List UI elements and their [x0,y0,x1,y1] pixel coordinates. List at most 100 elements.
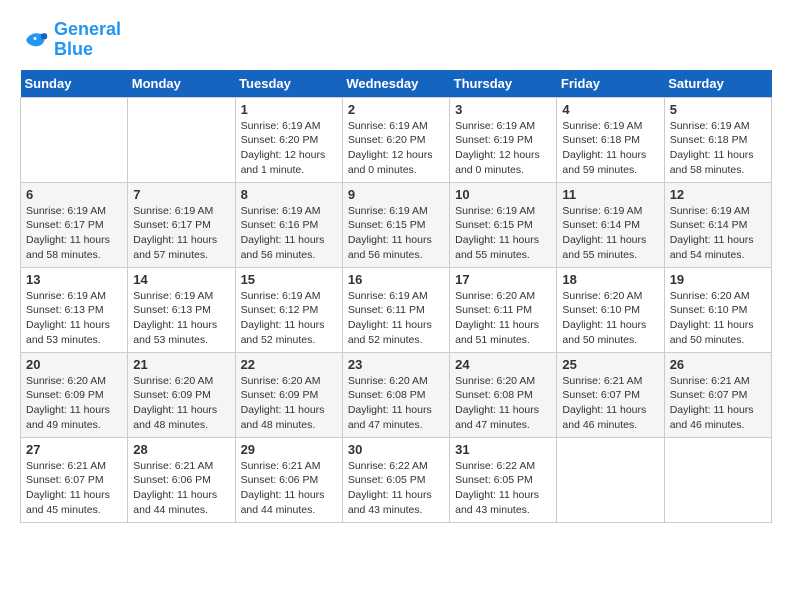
daylight-text: Daylight: 11 hours and 51 minutes. [455,318,551,347]
sunrise-text: Sunrise: 6:22 AM [455,459,551,474]
sunset-text: Sunset: 6:18 PM [562,133,658,148]
calendar-cell: 5 Sunrise: 6:19 AM Sunset: 6:18 PM Dayli… [664,97,771,182]
sunrise-text: Sunrise: 6:19 AM [241,204,337,219]
sunrise-text: Sunrise: 6:20 AM [455,289,551,304]
day-number: 12 [670,187,766,202]
sunset-text: Sunset: 6:06 PM [241,473,337,488]
daylight-text: Daylight: 12 hours and 1 minute. [241,148,337,177]
calendar-cell: 16 Sunrise: 6:19 AM Sunset: 6:11 PM Dayl… [342,267,449,352]
day-number: 15 [241,272,337,287]
cell-info: Sunrise: 6:19 AM Sunset: 6:14 PM Dayligh… [670,204,766,263]
sunrise-text: Sunrise: 6:19 AM [455,204,551,219]
sunrise-text: Sunrise: 6:20 AM [26,374,122,389]
week-row-1: 1 Sunrise: 6:19 AM Sunset: 6:20 PM Dayli… [21,97,772,182]
cell-info: Sunrise: 6:19 AM Sunset: 6:18 PM Dayligh… [670,119,766,178]
sunset-text: Sunset: 6:11 PM [455,303,551,318]
cell-info: Sunrise: 6:20 AM Sunset: 6:09 PM Dayligh… [26,374,122,433]
sunrise-text: Sunrise: 6:19 AM [562,119,658,134]
calendar-cell [128,97,235,182]
sunset-text: Sunset: 6:10 PM [562,303,658,318]
calendar-cell: 10 Sunrise: 6:19 AM Sunset: 6:15 PM Dayl… [450,182,557,267]
sunrise-text: Sunrise: 6:20 AM [241,374,337,389]
cell-info: Sunrise: 6:20 AM Sunset: 6:10 PM Dayligh… [562,289,658,348]
calendar-cell: 3 Sunrise: 6:19 AM Sunset: 6:19 PM Dayli… [450,97,557,182]
day-number: 9 [348,187,444,202]
cell-info: Sunrise: 6:19 AM Sunset: 6:20 PM Dayligh… [241,119,337,178]
sunset-text: Sunset: 6:18 PM [670,133,766,148]
calendar-cell: 22 Sunrise: 6:20 AM Sunset: 6:09 PM Dayl… [235,352,342,437]
day-number: 13 [26,272,122,287]
calendar-cell [664,437,771,522]
daylight-text: Daylight: 11 hours and 50 minutes. [670,318,766,347]
sunset-text: Sunset: 6:05 PM [348,473,444,488]
daylight-text: Daylight: 11 hours and 47 minutes. [455,403,551,432]
sunrise-text: Sunrise: 6:20 AM [348,374,444,389]
day-number: 26 [670,357,766,372]
cell-info: Sunrise: 6:21 AM Sunset: 6:06 PM Dayligh… [133,459,229,518]
cell-info: Sunrise: 6:19 AM Sunset: 6:17 PM Dayligh… [26,204,122,263]
sunset-text: Sunset: 6:09 PM [133,388,229,403]
daylight-text: Daylight: 11 hours and 44 minutes. [133,488,229,517]
calendar-cell: 28 Sunrise: 6:21 AM Sunset: 6:06 PM Dayl… [128,437,235,522]
sunrise-text: Sunrise: 6:19 AM [348,119,444,134]
sunset-text: Sunset: 6:07 PM [26,473,122,488]
calendar-body: 1 Sunrise: 6:19 AM Sunset: 6:20 PM Dayli… [21,97,772,522]
cell-info: Sunrise: 6:21 AM Sunset: 6:07 PM Dayligh… [670,374,766,433]
week-row-3: 13 Sunrise: 6:19 AM Sunset: 6:13 PM Dayl… [21,267,772,352]
cell-info: Sunrise: 6:19 AM Sunset: 6:13 PM Dayligh… [133,289,229,348]
header-cell-monday: Monday [128,70,235,98]
sunset-text: Sunset: 6:09 PM [26,388,122,403]
logo-text: General Blue [54,20,121,60]
cell-info: Sunrise: 6:20 AM Sunset: 6:11 PM Dayligh… [455,289,551,348]
sunrise-text: Sunrise: 6:19 AM [670,119,766,134]
calendar-table: SundayMondayTuesdayWednesdayThursdayFrid… [20,70,772,523]
sunset-text: Sunset: 6:12 PM [241,303,337,318]
cell-info: Sunrise: 6:21 AM Sunset: 6:07 PM Dayligh… [26,459,122,518]
day-number: 6 [26,187,122,202]
calendar-header-row: SundayMondayTuesdayWednesdayThursdayFrid… [21,70,772,98]
daylight-text: Daylight: 11 hours and 48 minutes. [133,403,229,432]
calendar-cell: 11 Sunrise: 6:19 AM Sunset: 6:14 PM Dayl… [557,182,664,267]
day-number: 29 [241,442,337,457]
sunset-text: Sunset: 6:19 PM [455,133,551,148]
header-cell-saturday: Saturday [664,70,771,98]
daylight-text: Daylight: 12 hours and 0 minutes. [455,148,551,177]
sunrise-text: Sunrise: 6:22 AM [348,459,444,474]
sunset-text: Sunset: 6:14 PM [670,218,766,233]
cell-info: Sunrise: 6:21 AM Sunset: 6:07 PM Dayligh… [562,374,658,433]
sunrise-text: Sunrise: 6:20 AM [455,374,551,389]
daylight-text: Daylight: 11 hours and 57 minutes. [133,233,229,262]
cell-info: Sunrise: 6:19 AM Sunset: 6:14 PM Dayligh… [562,204,658,263]
header-cell-friday: Friday [557,70,664,98]
cell-info: Sunrise: 6:19 AM Sunset: 6:15 PM Dayligh… [455,204,551,263]
sunrise-text: Sunrise: 6:19 AM [133,204,229,219]
calendar-cell: 12 Sunrise: 6:19 AM Sunset: 6:14 PM Dayl… [664,182,771,267]
cell-info: Sunrise: 6:19 AM Sunset: 6:17 PM Dayligh… [133,204,229,263]
sunrise-text: Sunrise: 6:19 AM [26,204,122,219]
header-cell-tuesday: Tuesday [235,70,342,98]
day-number: 3 [455,102,551,117]
cell-info: Sunrise: 6:19 AM Sunset: 6:13 PM Dayligh… [26,289,122,348]
sunset-text: Sunset: 6:09 PM [241,388,337,403]
day-number: 19 [670,272,766,287]
logo: General Blue [20,20,121,60]
cell-info: Sunrise: 6:20 AM Sunset: 6:09 PM Dayligh… [133,374,229,433]
week-row-4: 20 Sunrise: 6:20 AM Sunset: 6:09 PM Dayl… [21,352,772,437]
sunrise-text: Sunrise: 6:19 AM [562,204,658,219]
daylight-text: Daylight: 11 hours and 50 minutes. [562,318,658,347]
day-number: 23 [348,357,444,372]
day-number: 28 [133,442,229,457]
cell-info: Sunrise: 6:20 AM Sunset: 6:08 PM Dayligh… [348,374,444,433]
daylight-text: Daylight: 11 hours and 58 minutes. [670,148,766,177]
calendar-cell: 23 Sunrise: 6:20 AM Sunset: 6:08 PM Dayl… [342,352,449,437]
cell-info: Sunrise: 6:20 AM Sunset: 6:08 PM Dayligh… [455,374,551,433]
sunset-text: Sunset: 6:08 PM [455,388,551,403]
sunrise-text: Sunrise: 6:19 AM [455,119,551,134]
sunset-text: Sunset: 6:05 PM [455,473,551,488]
sunset-text: Sunset: 6:15 PM [455,218,551,233]
daylight-text: Daylight: 11 hours and 54 minutes. [670,233,766,262]
daylight-text: Daylight: 11 hours and 53 minutes. [133,318,229,347]
day-number: 2 [348,102,444,117]
day-number: 1 [241,102,337,117]
daylight-text: Daylight: 11 hours and 58 minutes. [26,233,122,262]
